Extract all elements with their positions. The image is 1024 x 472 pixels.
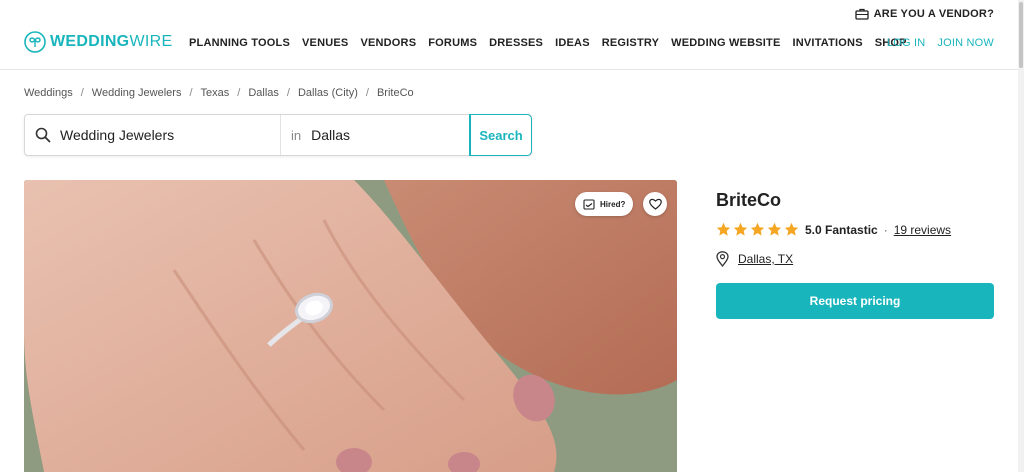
breadcrumb-item[interactable]: Texas (201, 87, 230, 99)
search-bar: Wedding Jewelers in Dallas Search (24, 114, 532, 156)
heart-icon (648, 198, 662, 210)
nav-vendors[interactable]: VENDORS (360, 37, 416, 49)
category-search-input[interactable]: Wedding Jewelers (25, 115, 281, 155)
rating-row: 5.0 Fantastic · 19 reviews (716, 222, 951, 237)
page-scrollbar[interactable] (1018, 0, 1024, 472)
rating-score: 5.0 Fantastic (805, 222, 878, 237)
in-label: in (291, 127, 302, 143)
vendor-link[interactable]: ARE YOU A VENDOR? (855, 8, 994, 20)
category-value: Wedding Jewelers (60, 127, 175, 143)
site-header: ARE YOU A VENDOR? WEDDINGWIRE PLANNING T… (0, 0, 1024, 70)
request-pricing-button[interactable]: Request pricing (716, 283, 994, 319)
nav-forums[interactable]: FORUMS (428, 37, 477, 49)
star-rating (716, 222, 799, 237)
search-button[interactable]: Search (469, 114, 532, 156)
location-link[interactable]: Dallas, TX (738, 252, 793, 266)
weddingwire-logo[interactable]: WEDDINGWIRE (24, 31, 172, 53)
star-icon (733, 222, 748, 236)
join-now-link[interactable]: JOIN NOW (937, 37, 994, 49)
login-link[interactable]: LOG IN (887, 37, 926, 49)
vendor-name: BriteCo (716, 190, 782, 210)
search-icon (35, 127, 51, 143)
star-icon (716, 222, 731, 236)
hired-badge-button[interactable]: Hired? (575, 192, 634, 216)
ring-photo-illustration (24, 180, 677, 472)
nav-venues[interactable]: VENUES (302, 37, 348, 49)
breadcrumb-item[interactable]: Weddings (24, 87, 73, 99)
nav-planning-tools[interactable]: PLANNING TOOLS (189, 37, 290, 49)
breadcrumb-item[interactable]: Wedding Jewelers (92, 87, 182, 99)
breadcrumb-item[interactable]: Dallas (City) (298, 87, 358, 99)
auth-links: LOG IN JOIN NOW (887, 37, 994, 49)
breadcrumb-separator: / (365, 87, 369, 99)
location-search-input[interactable]: in Dallas (281, 115, 470, 155)
star-icon (750, 222, 765, 236)
nav-dresses[interactable]: DRESSES (489, 37, 543, 49)
handshake-icon (583, 198, 595, 210)
main-nav: PLANNING TOOLS VENUES VENDORS FORUMS DRE… (189, 37, 907, 49)
breadcrumb-separator: / (80, 87, 84, 99)
reviews-link[interactable]: 19 reviews (894, 223, 951, 237)
briefcase-icon (855, 8, 869, 20)
logo-text: WEDDINGWIRE (50, 33, 173, 50)
scrollbar-thumb[interactable] (1019, 2, 1023, 68)
breadcrumb-separator: / (286, 87, 290, 99)
breadcrumb-separator: / (189, 87, 193, 99)
hired-label: Hired? (600, 199, 626, 209)
breadcrumb-separator: / (237, 87, 241, 99)
breadcrumb: Weddings / Wedding Jewelers / Texas / Dalla… (24, 87, 414, 99)
star-icon (767, 222, 782, 236)
breadcrumb-current: BriteCo (376, 87, 414, 99)
nav-invitations[interactable]: INVITATIONS (793, 37, 863, 49)
star-icon (784, 222, 799, 236)
favorite-button[interactable] (643, 192, 667, 216)
vendor-link-label: ARE YOU A VENDOR? (873, 8, 994, 20)
breadcrumb-item[interactable]: Dallas (248, 87, 279, 99)
vendor-location: Dallas, TX (716, 251, 793, 267)
nav-registry[interactable]: REGISTRY (602, 37, 659, 49)
nav-ideas[interactable]: IDEAS (555, 37, 590, 49)
location-value: Dallas (311, 127, 351, 143)
map-pin-icon (716, 251, 729, 267)
logo-mark-icon (24, 31, 46, 53)
vendor-main-photo[interactable]: Hired? (24, 180, 677, 472)
nav-wedding-website[interactable]: WEDDING WEBSITE (671, 37, 780, 49)
rating-separator: · (883, 222, 888, 237)
